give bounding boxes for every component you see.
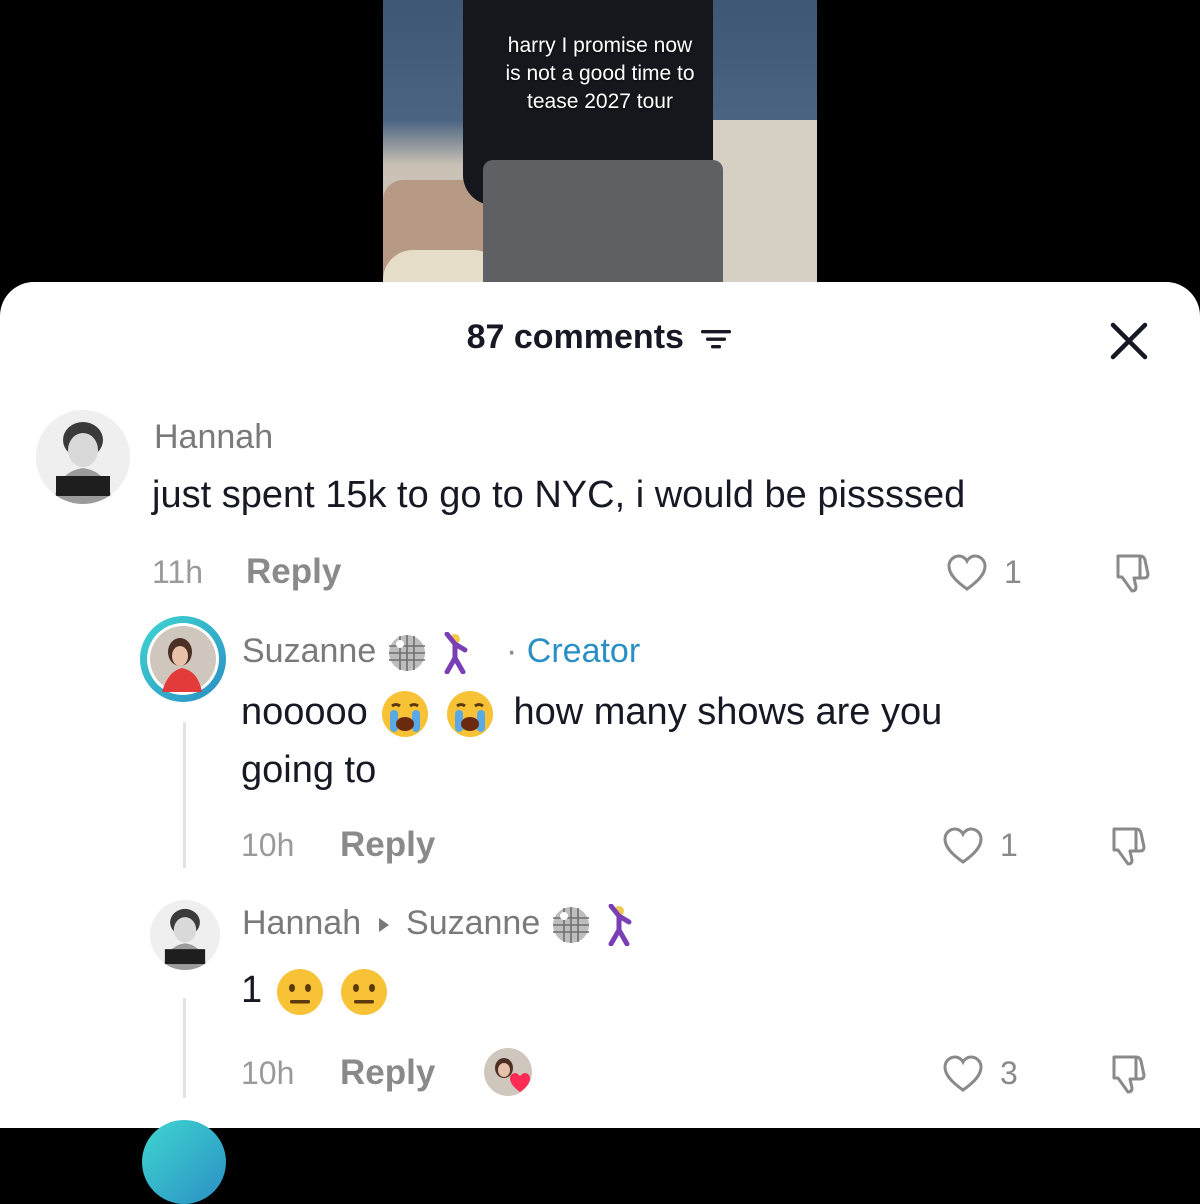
close-icon[interactable] xyxy=(1106,318,1152,364)
dancer-icon xyxy=(608,904,632,947)
crying-face-icon xyxy=(446,690,493,737)
user-photo-icon xyxy=(147,623,219,695)
reply-button[interactable]: Reply xyxy=(340,1053,435,1093)
creator-label: Creator xyxy=(526,632,641,670)
heart-icon[interactable] xyxy=(942,1055,984,1093)
comment-username[interactable]: Suzanne xyxy=(242,632,376,670)
user-photo-icon xyxy=(36,410,130,504)
user-photo-icon xyxy=(150,900,220,970)
dancer-icon xyxy=(444,632,468,675)
comments-header: 87 comments xyxy=(0,282,1200,392)
dislike-icon[interactable] xyxy=(1106,1051,1150,1095)
creator-liked-avatar xyxy=(484,1048,532,1096)
comment-time: 11h xyxy=(152,554,204,590)
thumbnail-pants xyxy=(483,160,723,300)
neutral-face-icon xyxy=(341,968,388,1015)
video-thumbnail[interactable]: harry I promise now is not a good time t… xyxy=(383,0,817,300)
reply-button[interactable]: Reply xyxy=(340,825,435,865)
reply-button[interactable]: Reply xyxy=(246,552,341,592)
comment-text-part2: how many shows are you xyxy=(513,691,943,733)
avatar[interactable] xyxy=(36,410,130,504)
creator-avatar[interactable] xyxy=(140,616,226,702)
heart-icon[interactable] xyxy=(942,827,984,865)
comment-username[interactable]: Hannah xyxy=(242,904,361,942)
comments-count-label: 87 comments xyxy=(466,318,684,356)
video-caption: harry I promise now is not a good time t… xyxy=(505,34,695,113)
sort-filter-icon[interactable] xyxy=(699,326,733,352)
creator-liked-heart-icon xyxy=(495,1058,530,1092)
comment-username[interactable]: Hannah xyxy=(154,418,273,457)
next-comment-avatar[interactable] xyxy=(142,1120,226,1204)
dislike-icon[interactable] xyxy=(1110,550,1154,594)
thread-line xyxy=(183,722,186,868)
comment-text: 1 xyxy=(241,962,391,1018)
comments-count-title[interactable]: 87 comments xyxy=(0,318,1200,357)
heart-icon[interactable] xyxy=(946,554,988,592)
reply-username-row: Hannah Suzanne xyxy=(242,904,637,947)
creator-badge: · Creator xyxy=(506,632,640,671)
neutral-face-icon xyxy=(276,968,323,1015)
comment-time: 10h xyxy=(241,1055,295,1091)
avatar[interactable] xyxy=(150,900,220,970)
comment-text-line2: going to xyxy=(241,749,377,791)
disco-ball-icon xyxy=(388,635,425,672)
disco-ball-icon xyxy=(552,907,589,944)
reply-to-username[interactable]: Suzanne xyxy=(406,904,540,942)
comment-text: nooooo how many shows are you xyxy=(241,684,942,740)
comments-sheet: 87 comments Hannah just spent 15k to go … xyxy=(0,282,1200,1204)
like-count: 1 xyxy=(1000,827,1018,863)
comment-time: 10h xyxy=(241,827,295,863)
creator-username-row: Suzanne xyxy=(242,632,473,675)
comment-text: just spent 15k to go to NYC, i would be … xyxy=(152,474,966,516)
reply-arrow-icon xyxy=(378,918,389,933)
comment-text-value: 1 xyxy=(241,969,263,1011)
thread-line xyxy=(183,998,186,1098)
comment-text-part1: nooooo xyxy=(241,691,368,733)
crying-face-icon xyxy=(382,690,429,737)
like-count: 3 xyxy=(1000,1055,1018,1091)
creator-separator: · xyxy=(506,632,518,670)
video-background: harry I promise now is not a good time t… xyxy=(0,0,1200,300)
like-count: 1 xyxy=(1004,554,1022,590)
dislike-icon[interactable] xyxy=(1106,823,1150,867)
